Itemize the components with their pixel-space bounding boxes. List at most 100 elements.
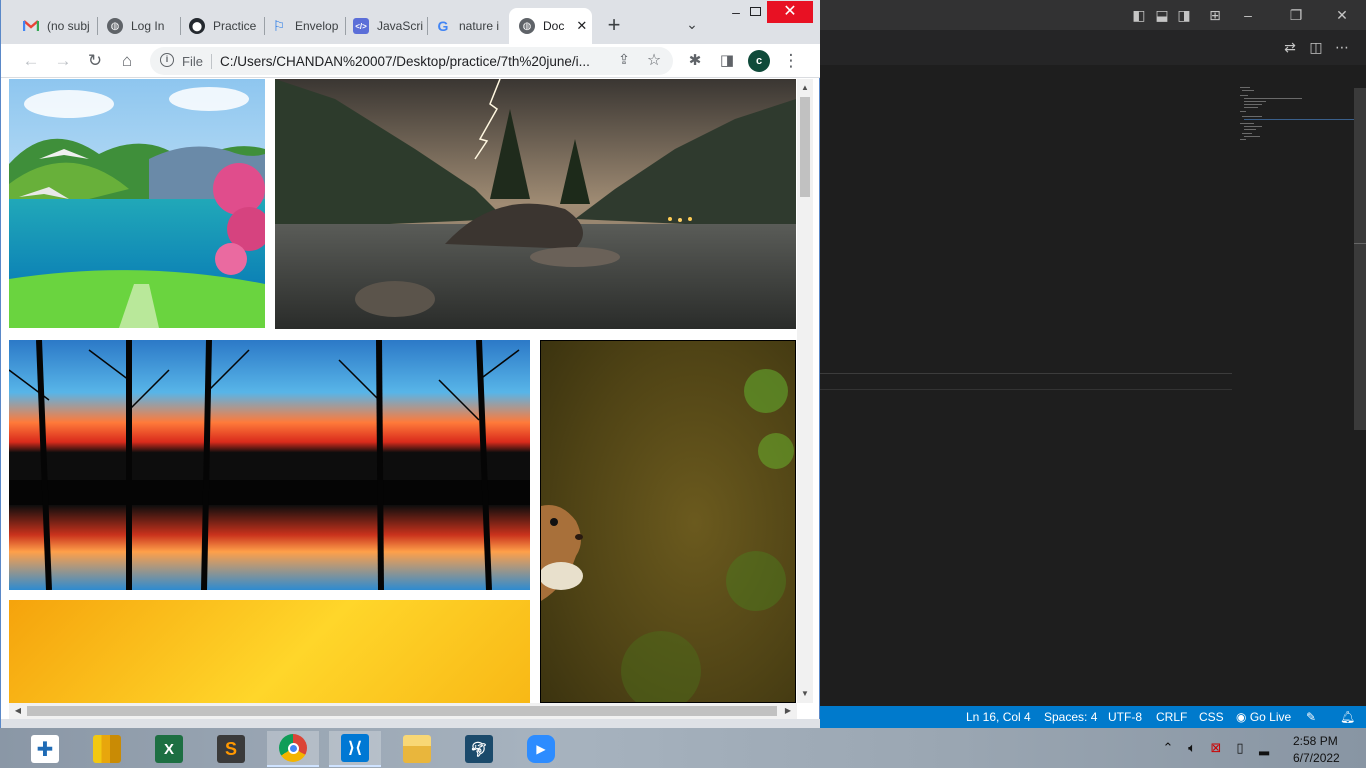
notifications-icon[interactable]: 🔔︎ [1340,710,1355,724]
side-panel-icon[interactable]: ◨ [716,50,738,72]
github-icon: ⬤ [189,18,205,34]
toggle-secondary-sidebar-icon[interactable]: ◨ [1176,7,1192,23]
close-window-button[interactable]: ✕ [767,1,813,23]
cursor-position[interactable]: Ln 16, Col 4 [966,710,1031,724]
tableau-icon: ✚ [31,735,59,763]
back-arrow-icon[interactable]: ← [20,50,42,72]
taskbar-zoom[interactable]: ▶ [515,731,567,767]
clock-time[interactable]: 2:58 PM [1293,734,1338,748]
speaker-icon[interactable]: 🔈︎ [1184,740,1200,756]
horizontal-scroll-thumb[interactable] [27,706,777,716]
gmail-icon [23,18,39,34]
vertical-scrollbar[interactable]: ▲ ▼ [797,79,813,703]
home-icon[interactable]: ⌂ [116,50,138,72]
page-viewport[interactable] [9,79,796,703]
forward-arrow-icon[interactable]: → [52,50,74,72]
maximize-icon [750,7,761,16]
tab-doc-active[interactable]: ◍ Doc ✕ [509,10,592,42]
flag-icon: ⚐ [272,17,286,34]
google-icon: G [437,18,449,34]
profile-avatar[interactable]: c [748,50,770,72]
language-mode[interactable]: CSS [1199,710,1224,724]
tab-javascript[interactable]: </> JavaScri [343,10,427,42]
customize-layout-icon[interactable]: ⊞ [1207,7,1223,23]
minimize-icon[interactable]: – [1240,7,1256,23]
maximize-button[interactable] [746,4,766,20]
go-live-button[interactable]: ◉ Go Live [1236,710,1291,724]
sublime-text-icon: S [217,735,245,763]
taskbar-mysql[interactable]: 🐬︎ [453,731,505,767]
tab-gmail[interactable]: (no subj [13,10,95,42]
photo-sunset-trees [9,340,530,590]
go-live-label: Go Live [1249,710,1292,724]
split-editor-icon[interactable]: ◫ [1308,39,1324,55]
tab-envelope[interactable]: ⚐ Envelop [261,10,345,42]
network-error-icon[interactable]: ⊠ [1208,740,1224,756]
globe-icon: ◍ [519,18,535,34]
chrome-window: (no subj ◍ Log In ⬤ Practice ⚐ Envelop <… [0,0,820,728]
power-bi-icon [93,735,121,763]
battery-icon[interactable]: ▯ [1232,740,1248,756]
photo-lake-valley [9,79,265,328]
photo-squirrel [540,340,796,703]
browser-toolbar: ← → ↻ ⌂ i File C:/Users/CHANDAN%20007/De… [1,44,820,78]
taskbar-excel[interactable]: X [143,731,195,767]
site-info-icon[interactable]: i [160,53,174,67]
windows-taskbar: ✚ X S ⟩⟨ 🐬︎ ▶ ⌃ 🔈︎ ⊠ ▯ ▂ 2:58 PM 6/7/202… [0,728,1366,768]
encoding[interactable]: UTF-8 [1108,710,1142,724]
tab-practice[interactable]: ⬤ Practice [179,10,263,42]
scroll-left-icon[interactable]: ◀ [11,704,25,718]
feedback-icon[interactable]: ✎ [1306,710,1316,724]
broadcast-icon: ◉ [1236,710,1247,724]
vscode-titlebar: ◧ ⬓ ◨ ⊞ – ❐ ✕ [820,0,1366,30]
photo-mountain-lake [275,79,796,329]
show-hidden-icons-chevron-up-icon[interactable]: ⌃ [1160,740,1176,756]
editor-scrollbar[interactable] [1354,88,1366,430]
restore-icon[interactable]: ❐ [1288,7,1304,23]
excel-icon: X [155,735,183,763]
share-icon[interactable]: ⇪ [614,51,634,71]
taskbar-chrome[interactable] [267,731,319,767]
tab-nature[interactable]: G nature i [425,10,505,42]
taskbar-sublime[interactable]: S [205,731,257,767]
panel-divider [820,389,1232,390]
address-bar[interactable]: i File C:/Users/CHANDAN%20007/Desktop/pr… [150,47,673,75]
taskbar-vscode[interactable]: ⟩⟨ [329,731,381,767]
close-icon[interactable]: ✕ [1334,7,1350,23]
scheme-label: File [182,54,203,69]
code-icon: </> [353,18,369,34]
vscode-icon: ⟩⟨ [341,734,369,762]
kebab-menu-icon[interactable]: ⋮ [780,50,802,72]
wifi-bars-icon[interactable]: ▂ [1256,740,1272,756]
url-text[interactable]: C:/Users/CHANDAN%20007/Desktop/practice/… [220,54,605,69]
toggle-panel-icon[interactable]: ⬓ [1154,7,1170,23]
toggle-primary-sidebar-icon[interactable]: ◧ [1131,7,1147,23]
vscode-minimap[interactable] [1238,85,1358,145]
scroll-down-icon[interactable]: ▼ [798,687,812,701]
taskbar-file-explorer[interactable] [391,731,443,767]
reload-icon[interactable]: ↻ [84,50,106,72]
clock-date[interactable]: 6/7/2022 [1293,751,1340,765]
extensions-puzzle-icon[interactable]: ✱ [684,50,706,72]
end-of-line[interactable]: CRLF [1156,710,1187,724]
scroll-right-icon[interactable]: ▶ [781,704,795,718]
tab-log-in[interactable]: ◍ Log In [97,10,179,42]
indentation[interactable]: Spaces: 4 [1044,710,1097,724]
vscode-editor[interactable] [820,65,1366,706]
more-actions-icon[interactable]: ⋯ [1334,39,1350,55]
folder-icon [403,735,431,763]
open-changes-icon[interactable]: ⇄ [1282,39,1298,55]
new-tab-button[interactable]: + [604,14,624,36]
tab-strip: (no subj ◍ Log In ⬤ Practice ⚐ Envelop <… [1,0,820,44]
horizontal-scrollbar[interactable]: ◀ ▶ [9,703,797,719]
taskbar-tableau[interactable]: ✚ [19,731,71,767]
zoom-icon: ▶ [527,735,555,763]
photo-yellow-gradient [9,600,530,703]
tab-search-chevron-down-icon[interactable]: ⌄ [683,16,701,34]
taskbar-power-bi[interactable] [81,731,133,767]
vertical-scroll-thumb[interactable] [800,97,810,197]
scroll-up-icon[interactable]: ▲ [798,81,812,95]
bookmark-star-icon[interactable]: ☆ [644,50,664,70]
chrome-icon [279,734,307,762]
tab-close-icon[interactable]: ✕ [576,18,587,34]
